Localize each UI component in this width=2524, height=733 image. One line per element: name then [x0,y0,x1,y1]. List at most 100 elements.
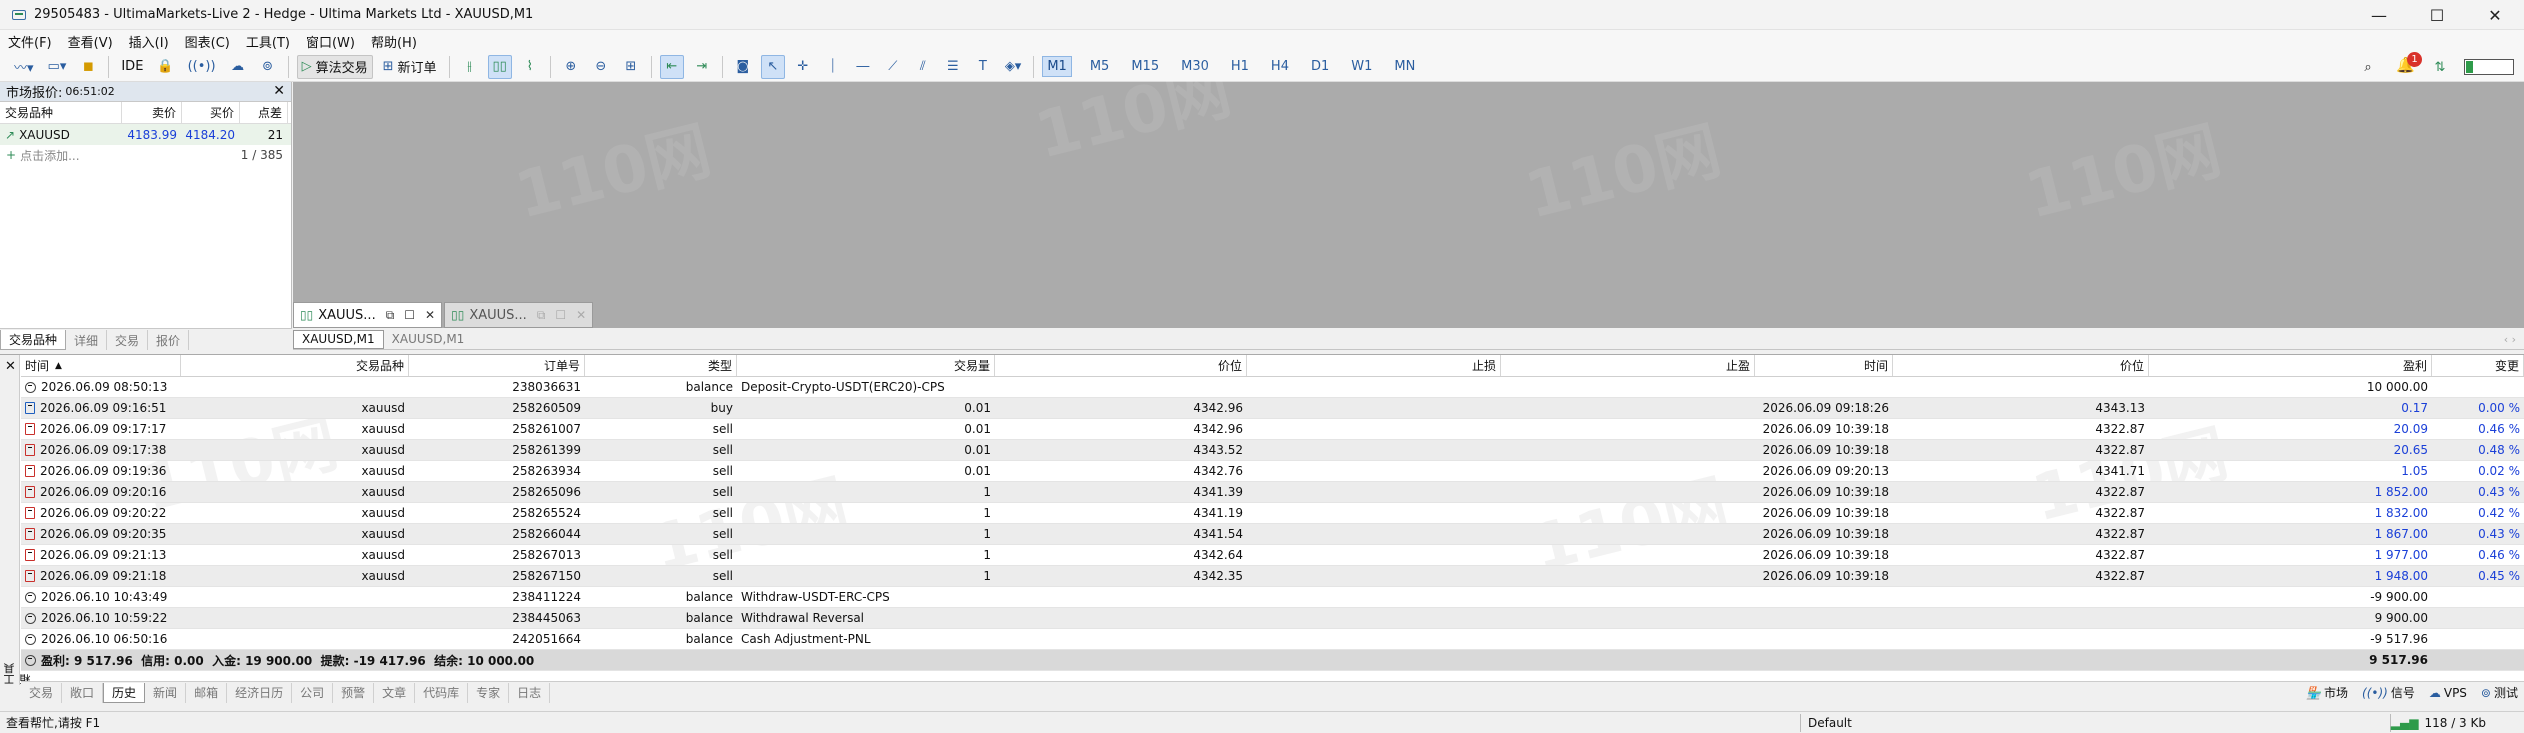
text-icon[interactable]: T [971,55,995,79]
signals-link[interactable]: ((•)) 信号 [2362,684,2415,701]
crosshair-icon[interactable]: ✛ [791,55,815,79]
vertical-line-icon[interactable]: ⏐ [821,55,845,79]
tile-windows-icon[interactable]: ⊞ [619,55,643,79]
menu-view[interactable]: 查看(V) [68,32,113,51]
market-watch-row[interactable]: ↗ XAUUSD 4183.99 4184.20 21 [0,124,291,145]
minimize-button[interactable]: — [2350,0,2408,30]
timeframe-h1[interactable]: H1 [1227,57,1253,76]
col-change[interactable]: 变更 [2432,355,2524,376]
shapes-icon[interactable]: ◈▾ [1001,55,1026,79]
table-row[interactable]: 2026.06.09 09:21:13 xauusd 258267013 sell 1 4… [21,545,2524,566]
mw-tab-ticks[interactable]: 报价 [148,330,190,350]
timeframe-d1[interactable]: D1 [1307,57,1333,76]
market-link[interactable]: 🏪 市场 [2306,684,2348,701]
table-row[interactable]: 2026.06.09 09:19:36 xauusd 258263934 sell 0.… [21,461,2524,482]
tab-articles[interactable]: 文章 [374,682,416,703]
search-icon[interactable]: ⌕ [2356,55,2380,79]
col-time[interactable]: 时间 ▲ [21,355,181,376]
cursor-icon[interactable]: ↖ [760,54,785,79]
tab-mailbox[interactable]: 邮箱 [186,682,228,703]
close-icon[interactable]: ✕ [425,308,435,322]
tab-alerts[interactable]: 预警 [333,682,375,703]
timeframe-m1[interactable]: M1 [1042,56,1072,77]
tab-company[interactable]: 公司 [292,682,334,703]
market-watch-close-button[interactable]: ✕ [273,83,285,99]
zoom-out-icon[interactable]: ⊖ [589,55,613,79]
table-row[interactable]: 2026.06.10 06:50:16 242051664 balance Cash … [21,629,2524,650]
scroll-arrows-icon[interactable]: ‹ › [2504,333,2516,346]
tab-calendar[interactable]: 经济日历 [227,682,293,703]
status-profile[interactable]: Default [1808,716,1852,730]
chart-type-icon[interactable]: 〰▾ [10,55,38,79]
menu-file[interactable]: 文件(F) [8,32,52,51]
chart-tab-2[interactable]: XAUUSD,M1 [384,330,473,349]
restore-icon[interactable]: ⧉ [386,308,395,323]
table-row[interactable]: 2026.06.09 09:16:51 xauusd 258260509 buy 0.0… [21,398,2524,419]
signal-broadcast-icon[interactable]: ((•)) [184,55,220,79]
menu-help[interactable]: 帮助(H) [371,32,417,51]
col-bid[interactable]: 卖价 [122,102,182,123]
col-profit[interactable]: 盈利 [2149,355,2432,376]
mw-tab-symbols[interactable]: 交易品种 [0,330,67,350]
ide-button[interactable]: IDE [117,55,147,79]
lock-icon[interactable]: 🔒 [153,55,177,79]
close-icon[interactable]: ✕ [576,308,586,322]
table-row[interactable]: 2026.06.09 09:20:22 xauusd 258265524 sell 1 4… [21,503,2524,524]
timeframe-mn[interactable]: MN [1390,57,1419,76]
mw-tab-trading[interactable]: 交易 [107,330,149,350]
chart-shift-icon[interactable]: ⇥ [690,55,714,79]
zoom-in-icon[interactable]: ⊕ [559,55,583,79]
col-type[interactable]: 类型 [585,355,737,376]
screenshot-icon[interactable]: ◙ [731,55,755,79]
table-row[interactable]: 2026.06.09 09:17:38 xauusd 258261399 sell 0.… [21,440,2524,461]
tab-journal[interactable]: 日志 [509,682,551,703]
col-sl[interactable]: 止损 [1247,355,1501,376]
col-ticket[interactable]: 订单号 [409,355,585,376]
table-row[interactable]: 2026.06.09 08:50:13 238036631 balance Depos… [21,377,2524,398]
table-row[interactable]: 2026.06.09 09:17:17 xauusd 258261007 sell 0.… [21,419,2524,440]
tab-trade[interactable]: 交易 [21,682,63,703]
menu-tools[interactable]: 工具(T) [246,32,290,51]
table-row[interactable]: 2026.06.09 09:20:35 xauusd 258266044 sell 1 4… [21,524,2524,545]
col-symbol[interactable]: 交易品种 [0,102,122,123]
maximize-button[interactable]: ☐ [2408,0,2466,30]
col-tp[interactable]: 止盈 [1501,355,1755,376]
col-symbol[interactable]: 交易品种 [181,355,409,376]
connection-icon[interactable]: ⇅ [2428,55,2452,79]
notifications-button[interactable]: 🔔 1 [2396,52,2422,78]
tester-link[interactable]: ⊚ 测试 [2481,684,2518,701]
menu-insert[interactable]: 插入(I) [129,32,169,51]
profiles-icon[interactable]: ▭▾ [44,55,71,79]
chart-tab-1[interactable]: XAUUSD,M1 [293,329,384,349]
table-row[interactable]: 2026.06.09 09:21:18 xauusd 258267150 sell 1 4… [21,566,2524,587]
col-volume[interactable]: 交易量 [737,355,995,376]
menu-window[interactable]: 窗口(W) [306,32,355,51]
col-close-price[interactable]: 价位 [1893,355,2149,376]
auto-scroll-icon[interactable]: ⇤ [659,54,684,79]
candlestick-icon[interactable]: ▯▯ [487,54,512,79]
restore-icon[interactable]: ⧉ [537,308,546,323]
chart-window-2[interactable]: ▯▯ XAUUS... ⧉ ☐ ✕ [444,302,594,328]
table-row[interactable]: 2026.06.10 10:43:49 238411224 balance Withd… [21,587,2524,608]
vps-link[interactable]: ☁ VPS [2429,684,2467,701]
maximize-icon[interactable]: ☐ [555,308,566,322]
timeframe-h4[interactable]: H4 [1267,57,1293,76]
bar-chart-icon[interactable]: ⫲ [458,55,482,79]
tab-code-base[interactable]: 代码库 [415,682,469,703]
fibonacci-icon[interactable]: ☰ [941,55,965,79]
table-row[interactable]: 2026.06.10 10:59:22 238445063 balance Withd… [21,608,2524,629]
timeframe-w1[interactable]: W1 [1347,57,1376,76]
new-order-button[interactable]: ⊞ 新订单 [379,55,441,79]
tab-news[interactable]: 新闻 [145,682,187,703]
chart-window-1[interactable]: ▯▯ XAUUS... ⧉ ☐ ✕ [293,302,443,328]
globe-icon[interactable]: ⊚ [256,55,280,79]
add-symbol-row[interactable]: + 点击添加... 1 / 385 [0,145,291,165]
close-button[interactable]: ✕ [2466,0,2524,30]
toolbox-close-button[interactable]: ✕ [5,359,16,374]
tab-experts[interactable]: 专家 [468,682,510,703]
col-ask[interactable]: 买价 [182,102,240,123]
col-price[interactable]: 价位 [995,355,1247,376]
equidistant-channel-icon[interactable]: ⫽ [911,55,935,79]
maximize-icon[interactable]: ☐ [404,308,415,322]
line-chart-icon[interactable]: ⌇ [518,55,542,79]
